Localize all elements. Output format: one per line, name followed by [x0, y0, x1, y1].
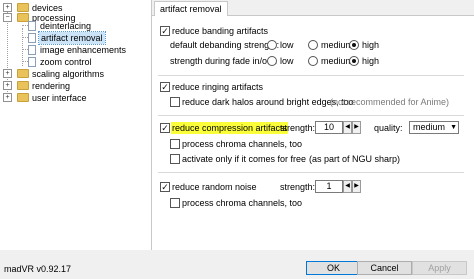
- quality-label: quality:: [374, 123, 403, 133]
- noise-chroma-label: process chroma channels, too: [182, 198, 303, 208]
- page-icon: [28, 21, 36, 31]
- expand-icon[interactable]: +: [3, 81, 12, 90]
- reduce-random-noise-checkbox[interactable]: ✓: [160, 182, 170, 192]
- separator: [158, 115, 464, 116]
- reduce-banding-label: reduce banding artifacts: [172, 26, 269, 36]
- apply-button[interactable]: Apply: [412, 261, 467, 275]
- quality-select-value: medium: [413, 122, 446, 132]
- noise-strength-label: strength:: [280, 182, 316, 192]
- default-strength-medium-radio[interactable]: [308, 40, 318, 50]
- decrease-noise-strength-button[interactable]: ◀: [343, 180, 352, 193]
- chevron-down-icon: ▼: [450, 124, 457, 131]
- reduce-ringing-checkbox[interactable]: ✓: [160, 82, 170, 92]
- settings-page: ✓ reduce banding artifacts default deban…: [152, 15, 474, 250]
- noise-strength-input[interactable]: 1: [315, 180, 343, 193]
- ok-button[interactable]: OK: [306, 261, 361, 275]
- tab-artifact-removal[interactable]: artifact removal: [154, 1, 228, 16]
- decrease-strength-button[interactable]: ◀: [343, 121, 352, 134]
- expand-icon[interactable]: +: [3, 69, 12, 78]
- radio-label-low: low: [280, 40, 294, 50]
- default-strength-high-radio[interactable]: [349, 40, 359, 50]
- radio-label-low: low: [280, 56, 294, 66]
- reduce-compression-label: reduce compression artifacts: [171, 122, 289, 134]
- tree-item-label: rendering: [32, 81, 71, 91]
- reduce-compression-checkbox[interactable]: ✓: [160, 123, 170, 133]
- radio-label-high: high: [362, 40, 380, 50]
- tree-item-label: image enhancements: [40, 45, 127, 55]
- tree-item-label: user interface: [32, 93, 87, 103]
- folder-icon: [17, 93, 29, 102]
- increase-noise-strength-button[interactable]: ▶: [352, 180, 361, 193]
- reduce-random-noise-label: reduce random noise: [172, 182, 257, 192]
- activate-if-free-checkbox[interactable]: [170, 154, 180, 164]
- tree-item-label: zoom control: [40, 57, 92, 67]
- separator: [158, 75, 464, 76]
- activate-if-free-label: activate only if it comes for free: [182, 154, 307, 164]
- default-strength-low-radio[interactable]: [267, 40, 277, 50]
- reduce-dark-halos-checkbox[interactable]: [170, 97, 180, 107]
- compression-strength-input[interactable]: 10: [315, 121, 343, 134]
- noise-chroma-checkbox[interactable]: [170, 198, 180, 208]
- fade-strength-label: strength during fade in/out:: [170, 56, 278, 66]
- settings-tree: + devices − processing deinterlacing art…: [0, 0, 152, 250]
- page-icon: [28, 57, 36, 67]
- reduce-dark-halos-label: reduce dark halos around bright edges, t…: [182, 97, 354, 107]
- separator: [158, 172, 464, 173]
- reduce-ringing-label: reduce ringing artifacts: [172, 82, 264, 92]
- tree-item-label: deinterlacing: [40, 21, 92, 31]
- cancel-button[interactable]: Cancel: [357, 261, 412, 275]
- collapse-icon[interactable]: −: [3, 13, 12, 22]
- version-label: madVR v0.92.17: [4, 264, 72, 274]
- folder-icon: [17, 69, 29, 78]
- anime-warning-note: (not recommended for Anime): [330, 97, 450, 107]
- expand-icon[interactable]: +: [3, 3, 12, 12]
- folder-icon: [17, 81, 29, 90]
- expand-icon[interactable]: +: [3, 93, 12, 102]
- compression-chroma-checkbox[interactable]: [170, 139, 180, 149]
- fade-strength-low-radio[interactable]: [267, 56, 277, 66]
- increase-strength-button[interactable]: ▶: [352, 121, 361, 134]
- compression-strength-label: strength:: [280, 123, 316, 133]
- reduce-banding-checkbox[interactable]: ✓: [160, 26, 170, 36]
- page-icon: [28, 45, 36, 55]
- quality-select[interactable]: medium ▼: [409, 121, 459, 134]
- fade-strength-high-radio[interactable]: [349, 56, 359, 66]
- compression-chroma-label: process chroma channels, too: [182, 139, 303, 149]
- tree-connector: [7, 12, 8, 92]
- radio-label-high: high: [362, 56, 380, 66]
- ngu-sharp-note: (as part of NGU sharp): [309, 154, 401, 164]
- default-debanding-strength-label: default debanding strength:: [170, 40, 280, 50]
- tree-item-label: scaling algorithms: [32, 69, 105, 79]
- fade-strength-medium-radio[interactable]: [308, 56, 318, 66]
- page-icon: [28, 33, 36, 43]
- folder-icon: [17, 3, 29, 12]
- tree-item-label: artifact removal: [38, 31, 106, 45]
